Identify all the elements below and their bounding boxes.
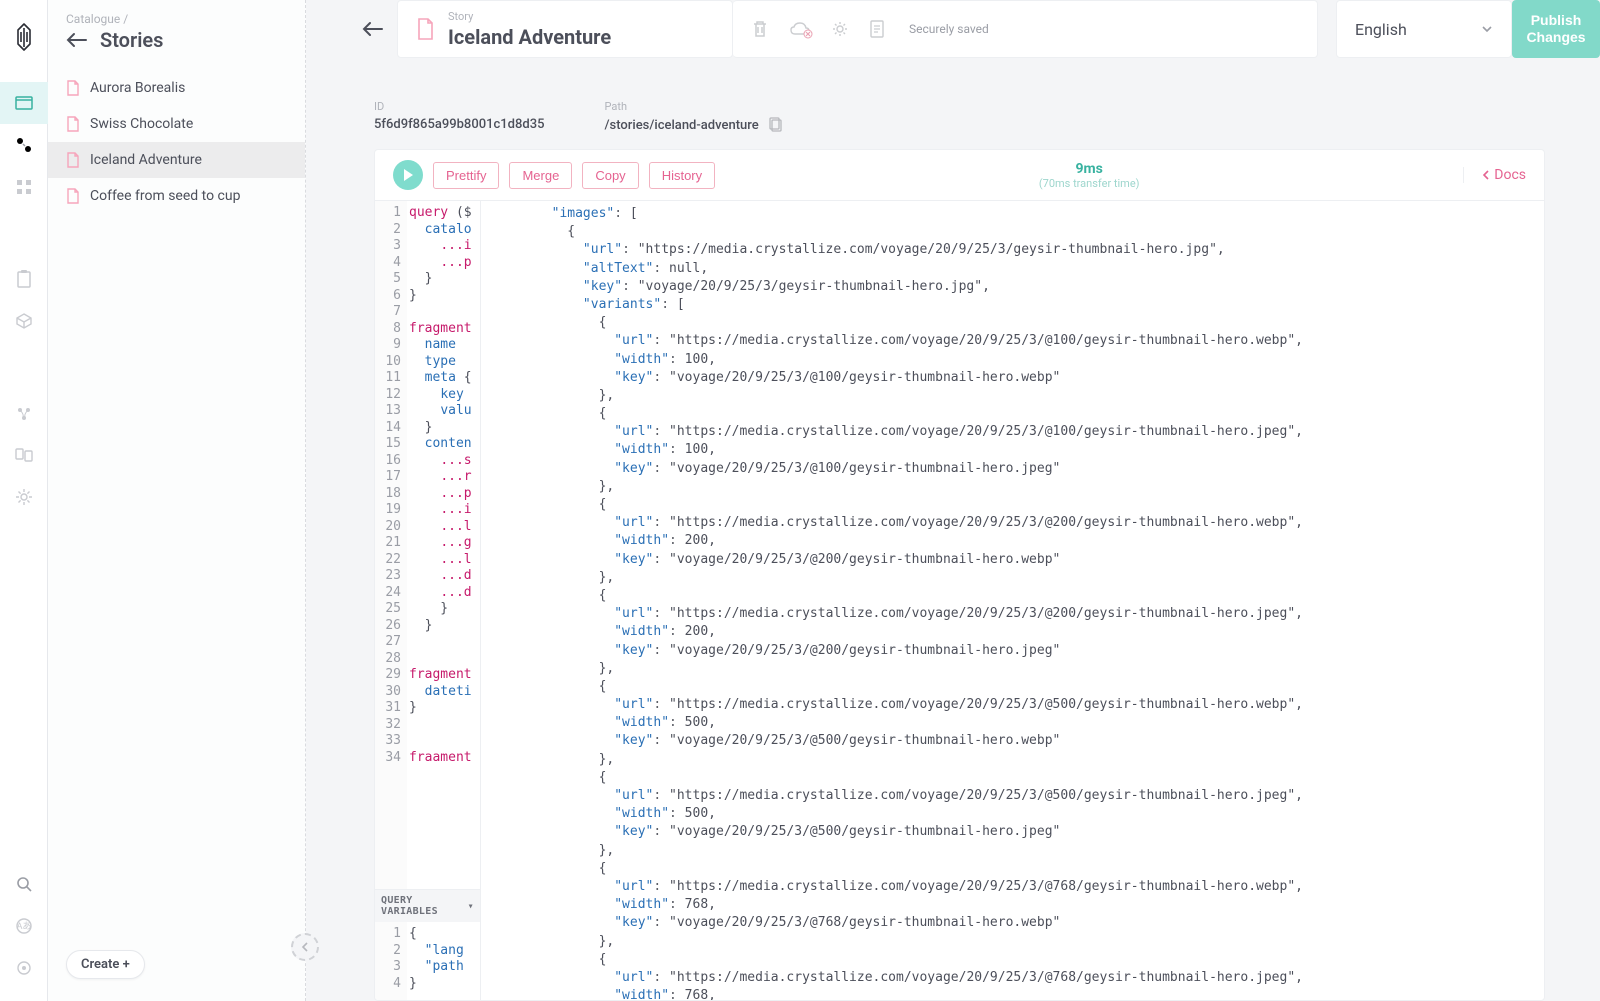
query-editor[interactable]: query ($ catalo ...i ...p }} fragment na… bbox=[407, 201, 472, 889]
document-icon bbox=[66, 116, 80, 132]
nav-help[interactable]: Aあ bbox=[0, 905, 48, 947]
timing-sub: (70ms transfer time) bbox=[725, 177, 1453, 190]
nav-settings[interactable] bbox=[0, 476, 48, 518]
nav-shapes[interactable] bbox=[0, 124, 48, 166]
document-icon bbox=[66, 188, 80, 204]
notes-icon[interactable] bbox=[869, 19, 885, 39]
page-title: Iceland Adventure bbox=[448, 25, 611, 49]
run-query-button[interactable] bbox=[393, 160, 423, 190]
sidebar-item[interactable]: Iceland Adventure bbox=[48, 142, 305, 178]
sidebar-item[interactable]: Aurora Borealis bbox=[48, 70, 305, 106]
svg-text:Aあ: Aあ bbox=[16, 921, 31, 932]
back-button[interactable] bbox=[361, 0, 385, 58]
nav-cube[interactable] bbox=[0, 300, 48, 342]
prettify-button[interactable]: Prettify bbox=[433, 162, 499, 189]
nav-search[interactable] bbox=[0, 863, 48, 905]
nav-catalogue[interactable] bbox=[0, 82, 48, 124]
timing: 9ms bbox=[725, 161, 1453, 177]
chevron-down-icon: ▾ bbox=[468, 901, 474, 912]
history-button[interactable]: History bbox=[649, 162, 715, 189]
nav-webhook[interactable] bbox=[0, 392, 48, 434]
save-status: Securely saved bbox=[909, 22, 989, 36]
kicker: Story bbox=[448, 10, 611, 23]
crystallize-logo[interactable] bbox=[12, 22, 36, 52]
query-gutter: 1234567891011121314151617181920212223242… bbox=[375, 201, 407, 889]
copy-path-icon[interactable] bbox=[769, 117, 783, 133]
id-label: ID bbox=[374, 100, 544, 113]
document-icon bbox=[66, 80, 80, 96]
nav-gear[interactable] bbox=[0, 947, 48, 989]
path-label: Path bbox=[604, 100, 782, 113]
sidebar-item[interactable]: Swiss Chocolate bbox=[48, 106, 305, 142]
document-icon bbox=[66, 152, 80, 168]
id-value: 5f6d9f865a99b8001c1d8d35 bbox=[374, 117, 544, 132]
cloud-sync-icon[interactable] bbox=[789, 21, 811, 37]
collapse-sidebar[interactable] bbox=[291, 933, 319, 961]
language-select[interactable]: English bbox=[1336, 0, 1512, 58]
gear-icon[interactable] bbox=[831, 20, 849, 38]
document-icon bbox=[416, 18, 434, 40]
nav-clipboard[interactable] bbox=[0, 258, 48, 300]
nav-grid[interactable] bbox=[0, 166, 48, 208]
merge-button[interactable]: Merge bbox=[509, 162, 572, 189]
publish-button[interactable]: Publish Changes bbox=[1512, 0, 1600, 58]
docs-link[interactable]: Docs bbox=[1463, 167, 1526, 183]
breadcrumb[interactable]: Catalogue / bbox=[66, 12, 287, 26]
query-vars-editor[interactable]: { "lang "path} bbox=[407, 922, 464, 1000]
copy-button[interactable]: Copy bbox=[582, 162, 638, 189]
create-button[interactable]: Create + bbox=[66, 950, 145, 979]
sidebar-item[interactable]: Coffee from seed to cup bbox=[48, 178, 305, 214]
sidebar-title: Stories bbox=[100, 28, 163, 52]
nav-translate[interactable] bbox=[0, 434, 48, 476]
path-value: /stories/iceland-adventure bbox=[604, 118, 758, 133]
delete-icon[interactable] bbox=[751, 19, 769, 39]
result-pane[interactable]: "images": [ { "url": "https://media.crys… bbox=[481, 201, 1544, 1000]
back-arrow[interactable] bbox=[66, 32, 88, 48]
query-vars-header[interactable]: QUERY VARIABLES ▾ bbox=[375, 889, 480, 922]
chevron-down-icon bbox=[1481, 25, 1493, 33]
